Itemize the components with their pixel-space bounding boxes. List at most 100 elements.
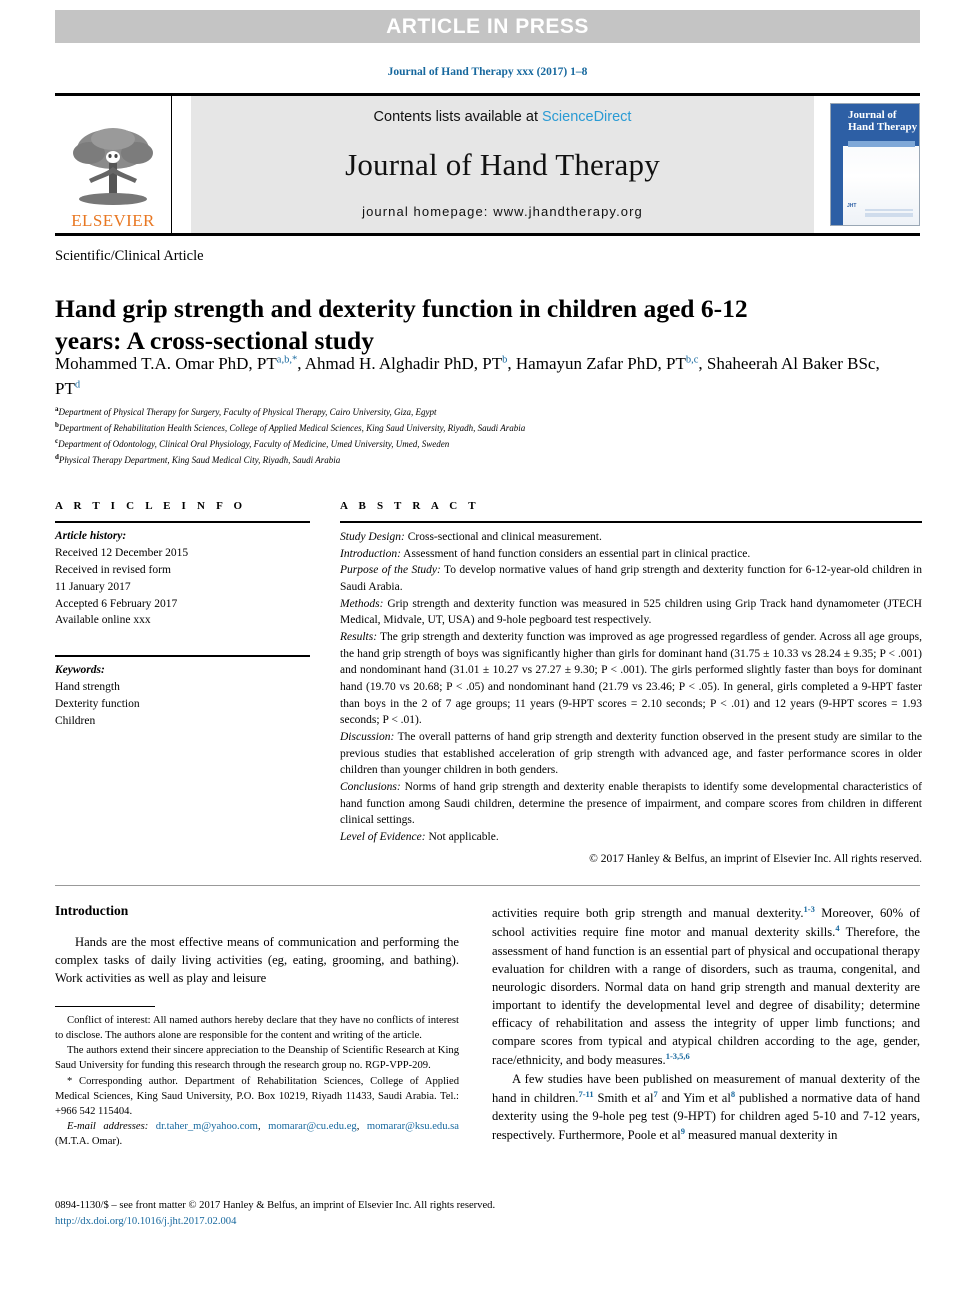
intro-paragraph-continued: activities require both grip strength an… [492,903,920,1070]
article-history-label: Article history: [55,530,127,542]
affiliation-item: bDepartment of Rehabilitation Health Sci… [55,420,925,436]
journal-masthead: ELSEVIER Contents lists available at Sci… [55,93,920,236]
citation-ref[interactable]: 1-3 [804,904,815,914]
abstract-section: Conclusions: Norms of hand grip strength… [340,779,922,829]
citation-ref[interactable]: 7-11 [578,1089,593,1099]
article-history-block: Article history: Received 12 December 20… [55,528,310,629]
email-owner: (M.T.A. Omar). [55,1135,123,1147]
abstract-panel: A B S T R A C T Study Design: Cross-sect… [340,500,922,865]
affiliation-list: aDepartment of Physical Therapy for Surg… [55,404,925,468]
intro-text-c: Therefore, the assessment of hand functi… [492,925,920,1068]
abstract-section-label: Discussion: [340,731,395,744]
author-affil-mark-4[interactable]: d [75,379,80,390]
abstract-section: Study Design: Cross-sectional and clinic… [340,529,922,546]
cover-title-line-2: Hand Therapy [848,121,918,134]
abstract-section: Introduction: Assessment of hand functio… [340,546,922,563]
abstract-section: Level of Evidence: Not applicable. [340,829,922,846]
intro-text-a: activities require both grip strength an… [492,906,804,921]
article-page: ARTICLE IN PRESS Journal of Hand Therapy… [0,0,975,1305]
elsevier-tree-icon [73,128,153,205]
abstract-section: Purpose of the Study: To develop normati… [340,562,922,595]
email-link-1[interactable]: dr.taher_m@yahoo.com [156,1121,258,1132]
cover-footer-lines [865,209,913,217]
keyword-item: Children [55,715,96,728]
keywords-label: Keywords: [55,664,105,677]
journal-header-box: Contents lists available at ScienceDirec… [191,96,814,233]
elsevier-wordmark: ELSEVIER [71,211,155,230]
abstract-body: Study Design: Cross-sectional and clinic… [340,529,922,846]
intro2-text-b: Smith et al [593,1091,654,1105]
abstract-section-label: Conclusions: [340,781,401,794]
affiliation-text: Department of Rehabilitation Health Scie… [58,422,526,433]
abstract-section-text: The grip strength and dexterity function… [340,631,922,727]
history-line: Accepted 6 February 2017 [55,597,178,610]
corresponding-author-marker: * Corresponding author. [67,1075,185,1087]
history-line: 11 January 2017 [55,580,131,593]
article-info-panel: A R T I C L E I N F O Article history: R… [55,500,310,730]
journal-homepage-link[interactable]: journal homepage: www.jhandtherapy.org [362,204,643,219]
affiliation-item: aDepartment of Physical Therapy for Surg… [55,404,925,420]
intro-paragraph-2: A few studies have been published on mea… [492,1070,920,1145]
citation-ref[interactable]: 1-3,5,6 [666,1051,690,1061]
introduction-paragraph: Hands are the most effective means of co… [55,935,459,986]
cover-footer-mark: JHT [847,203,857,209]
page-footer: 0894-1130/$ – see front matter © 2017 Ha… [55,1198,755,1230]
abstract-section-label: Introduction: [340,547,401,560]
abstract-section: Results: The grip strength and dexterity… [340,629,922,729]
abstract-section-text: Norms of hand grip strength and dexterit… [340,781,922,827]
author-affil-mark-1[interactable]: a,b,* [277,354,297,365]
intro2-text-c: and Yim et al [657,1091,731,1105]
doi-link[interactable]: http://dx.doi.org/10.1016/j.jht.2017.02.… [55,1214,755,1230]
journal-cover-thumbnail: Journal of Hand Therapy JHT [830,103,920,226]
page-title: Hand grip strength and dexterity functio… [55,294,748,356]
body-column-left: Introduction Hands are the most effectiv… [55,903,459,1149]
cover-title-line-1: Journal of [848,109,897,121]
abstract-heading: A B S T R A C T [340,500,480,512]
footnote-acknowledgement: The authors extend their sincere appreci… [55,1045,459,1072]
article-type-label: Scientific/Clinical Article [55,248,204,264]
body-column-right: activities require both grip strength an… [492,903,920,1145]
article-in-press-banner: ARTICLE IN PRESS [55,10,920,43]
article-in-press-label: ARTICLE IN PRESS [386,14,589,38]
abstract-section-label: Level of Evidence: [340,831,426,844]
body-top-divider [55,885,920,886]
email-addresses-label: E-mail addresses: [67,1120,149,1132]
email-link-3[interactable]: momarar@ksu.edu.sa [367,1121,459,1132]
cover-divider-bar [848,141,915,147]
elsevier-logo: ELSEVIER [55,96,172,233]
abstract-copyright: © 2017 Hanley & Belfus, an imprint of El… [589,852,922,865]
cover-title-text: Journal of Hand Therapy [848,109,917,134]
issn-copyright-line: 0894-1130/$ – see front matter © 2017 Ha… [55,1200,496,1211]
affiliation-item: dPhysical Therapy Department, King Saud … [55,452,925,468]
contents-prefix: Contents lists available at [373,109,542,125]
abstract-section: Methods: Grip strength and dexterity fun… [340,596,922,629]
journal-reference-line: Journal of Hand Therapy xxx (2017) 1–8 [387,66,588,78]
introduction-heading: Introduction [55,903,129,918]
abstract-section-text: Assessment of hand function considers an… [400,547,751,560]
author-affil-mark-3[interactable]: b,c [686,354,699,365]
history-line: Available online xxx [55,614,151,627]
abstract-section-label: Purpose of the Study: [340,564,441,577]
author-name-1: Mohammed T.A. Omar PhD, PT [55,354,277,373]
abstract-section-text: Grip strength and dexterity function was… [340,597,922,627]
abstract-section-label: Study Design: [340,531,405,543]
abstract-divider [340,521,922,523]
footnote-divider [55,1006,155,1008]
abstract-section-text: Not applicable. [425,831,499,844]
author-name-2: , Ahmad H. Alghadir PhD, PT [297,354,503,373]
sciencedirect-link[interactable]: ScienceDirect [542,109,631,125]
footnote-conflict-of-interest: Conflict of interest: All named authors … [55,1015,459,1042]
article-info-divider [55,521,310,523]
keywords-divider [55,655,310,658]
keywords-block: Keywords: Hand strength Dexterity functi… [55,662,310,730]
author-name-3: , Hamayun Zafar PhD, PT [507,354,686,373]
affiliation-text: Department of Odontology, Clinical Oral … [58,438,450,449]
email-link-2[interactable]: momarar@cu.edu.eg [268,1121,357,1132]
footnote-block: Conflict of interest: All named authors … [55,1013,459,1148]
abstract-section-label: Results: [340,631,378,644]
journal-title: Journal of Hand Therapy [345,146,660,182]
footnote-corresponding-author: * Corresponding author. Department of Re… [55,1074,459,1119]
affiliation-text: Department of Physical Therapy for Surge… [58,407,437,417]
affiliation-item: cDepartment of Odontology, Clinical Oral… [55,436,925,452]
